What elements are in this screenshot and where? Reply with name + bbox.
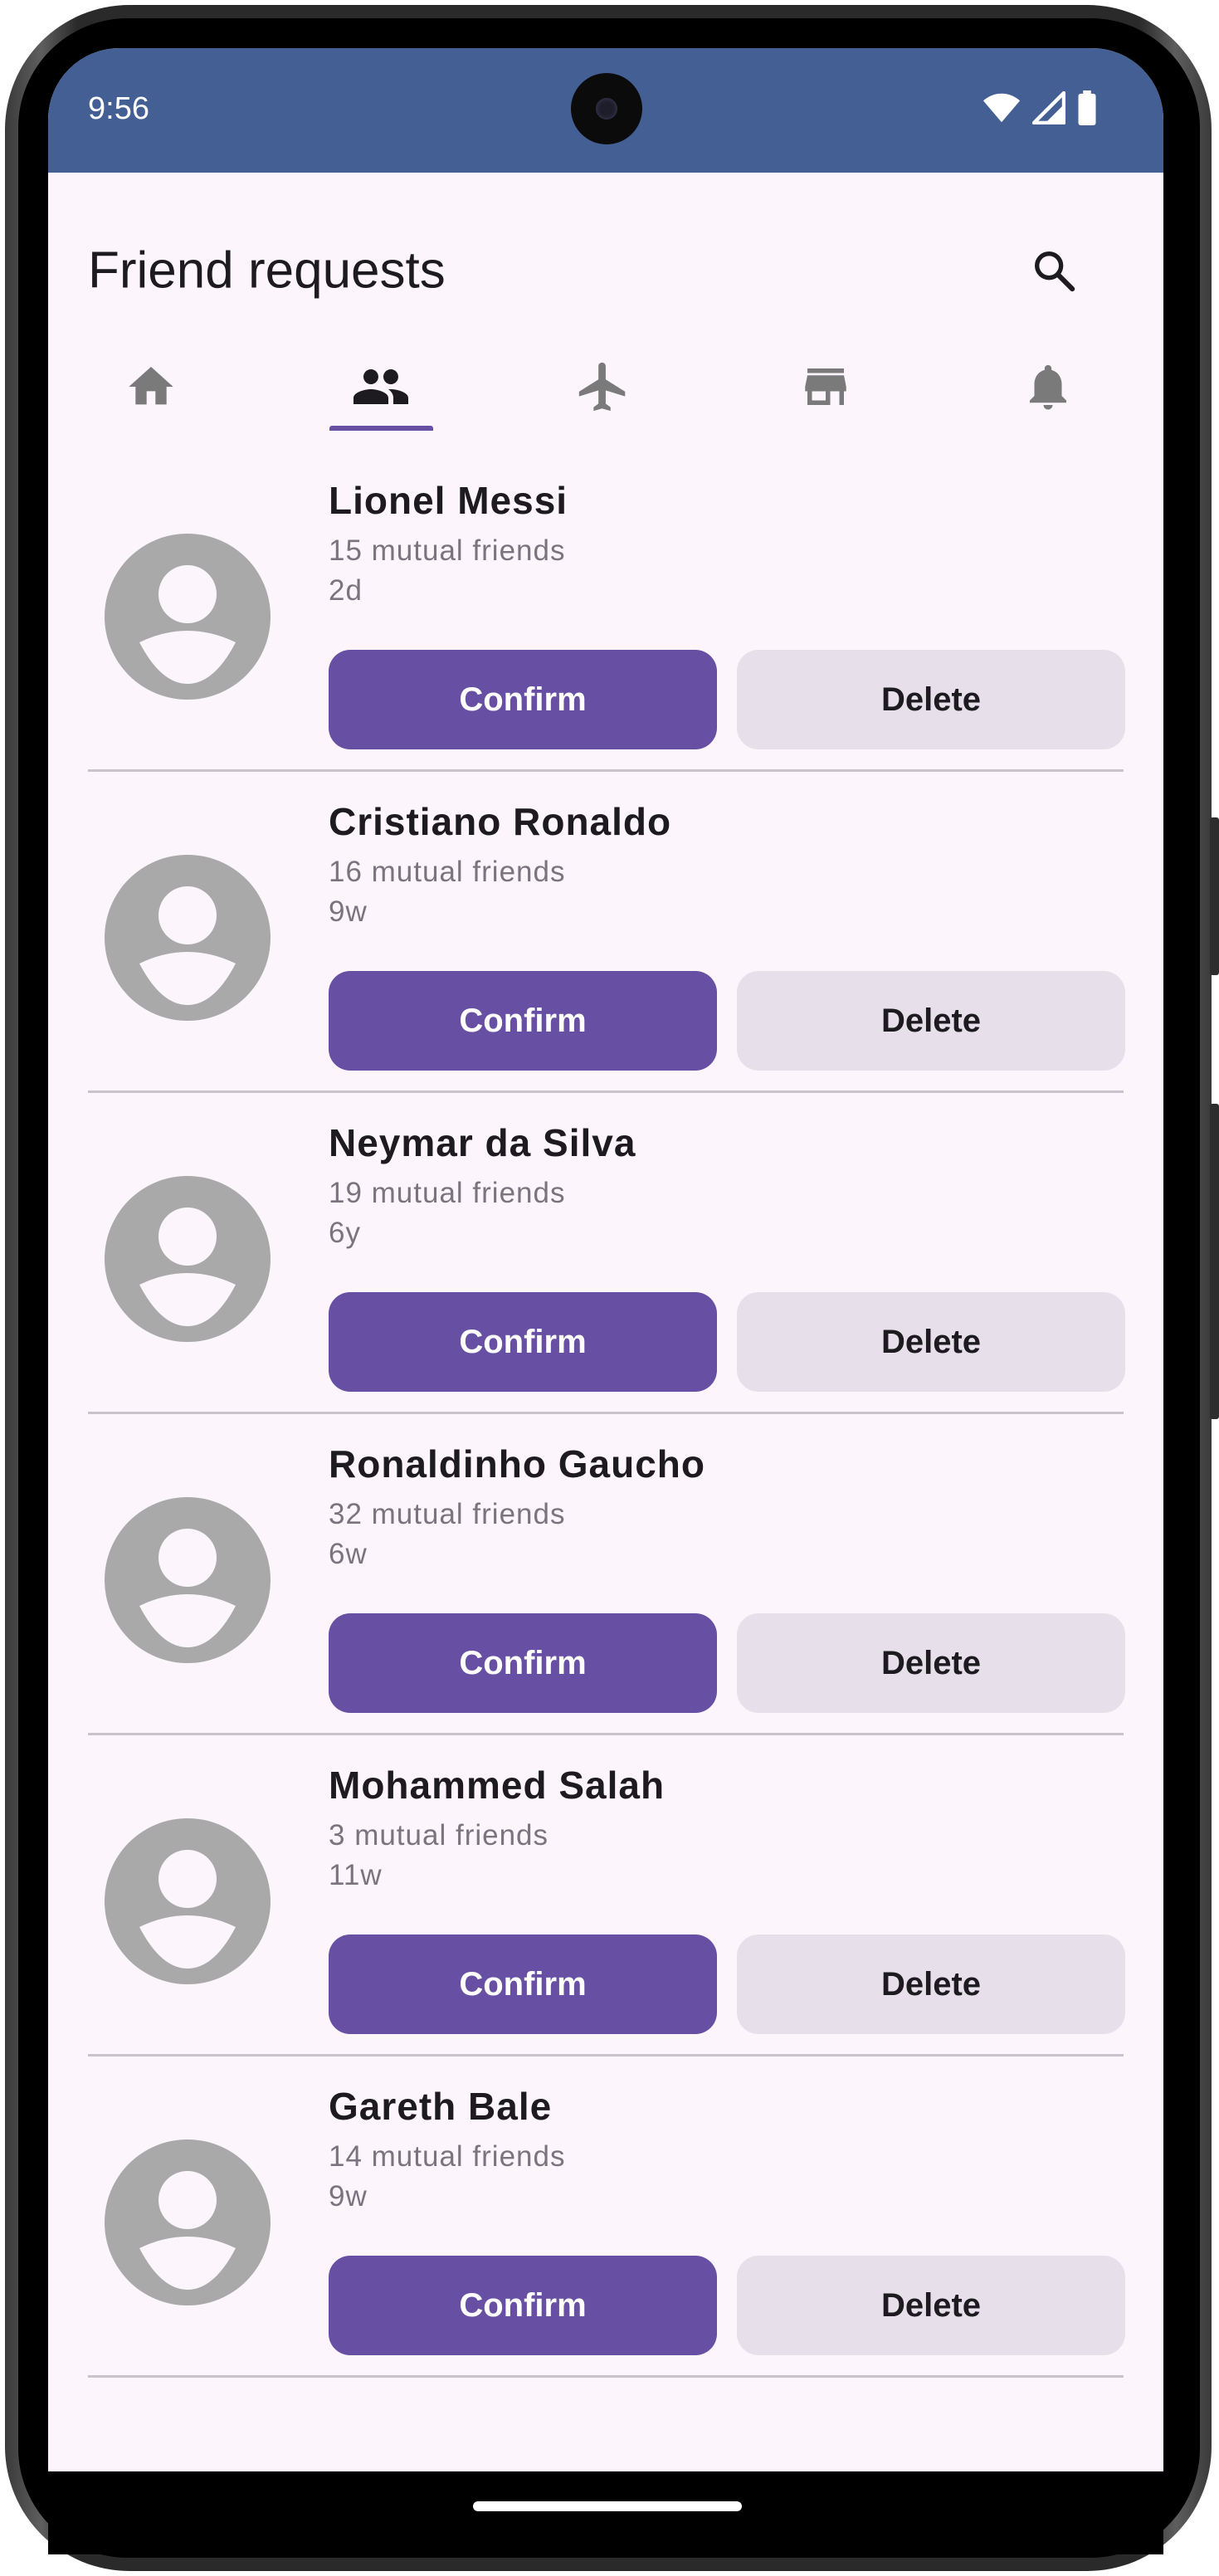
tab-store[interactable] bbox=[768, 322, 884, 451]
list-item: Neymar da Silva 19 mutual friends 6y Con… bbox=[88, 1093, 1125, 1414]
avatar[interactable] bbox=[105, 1176, 271, 1342]
signal-icon bbox=[1032, 91, 1065, 124]
avatar[interactable] bbox=[105, 855, 271, 1021]
power-button bbox=[1210, 1104, 1219, 1419]
request-age: 9w bbox=[329, 2180, 368, 2213]
confirm-button[interactable]: Confirm bbox=[329, 650, 717, 749]
avatar[interactable] bbox=[105, 1497, 271, 1663]
list-item: Ronaldinho Gaucho 32 mutual friends 6w C… bbox=[88, 1414, 1125, 1735]
avatar[interactable] bbox=[105, 2139, 271, 2305]
delete-button[interactable]: Delete bbox=[737, 971, 1125, 1071]
tab-row bbox=[48, 322, 1163, 451]
delete-button[interactable]: Delete bbox=[737, 2256, 1125, 2355]
request-age: 6w bbox=[329, 1538, 368, 1570]
app-bar: Friend requests bbox=[48, 173, 1163, 322]
system-nav-bar bbox=[48, 2471, 1163, 2554]
people-icon bbox=[354, 369, 408, 404]
friend-name: Gareth Bale bbox=[329, 2085, 553, 2128]
mutual-friends-count: 19 mutual friends bbox=[329, 1177, 566, 1209]
friend-name: Ronaldinho Gaucho bbox=[329, 1442, 705, 1486]
confirm-button[interactable]: Confirm bbox=[329, 2256, 717, 2355]
page-title: Friend requests bbox=[88, 242, 446, 300]
confirm-button[interactable]: Confirm bbox=[329, 1934, 717, 2034]
delete-button[interactable]: Delete bbox=[737, 650, 1125, 749]
search-button[interactable] bbox=[1017, 234, 1090, 307]
tab-home[interactable] bbox=[93, 322, 209, 451]
tab-travel[interactable] bbox=[545, 322, 661, 451]
confirm-button[interactable]: Confirm bbox=[329, 1292, 717, 1392]
mutual-friends-count: 32 mutual friends bbox=[329, 1498, 566, 1530]
friend-name: Cristiano Ronaldo bbox=[329, 800, 672, 843]
friend-name: Neymar da Silva bbox=[329, 1121, 636, 1164]
friend-name: Lionel Messi bbox=[329, 479, 568, 522]
mutual-friends-count: 15 mutual friends bbox=[329, 534, 566, 567]
tab-friends[interactable] bbox=[323, 322, 439, 451]
tab-notifications[interactable] bbox=[990, 322, 1106, 451]
status-icons bbox=[983, 90, 1097, 125]
mutual-friends-count: 16 mutual friends bbox=[329, 856, 566, 888]
device-frame: 9:56 Friend requests Lionel Messi 15 mut… bbox=[0, 0, 1219, 2576]
request-age: 6y bbox=[329, 1217, 361, 1249]
app-screen: 9:56 Friend requests Lionel Messi 15 mut… bbox=[48, 48, 1163, 2471]
mutual-friends-count: 3 mutual friends bbox=[329, 1819, 549, 1852]
bell-icon bbox=[1030, 364, 1066, 410]
front-camera bbox=[571, 73, 642, 144]
confirm-button[interactable]: Confirm bbox=[329, 1613, 717, 1713]
home-gesture-handle[interactable] bbox=[473, 2501, 742, 2511]
delete-button[interactable]: Delete bbox=[737, 1934, 1125, 2034]
tab-indicator bbox=[329, 426, 433, 431]
list-item: Lionel Messi 15 mutual friends 2d Confir… bbox=[88, 451, 1125, 772]
confirm-button[interactable]: Confirm bbox=[329, 971, 717, 1071]
delete-button[interactable]: Delete bbox=[737, 1613, 1125, 1713]
search-icon bbox=[1035, 251, 1075, 292]
storefront-icon bbox=[805, 368, 846, 405]
request-age: 9w bbox=[329, 895, 368, 928]
request-age: 2d bbox=[329, 574, 363, 607]
home-icon bbox=[129, 367, 173, 405]
list-item: Cristiano Ronaldo 16 mutual friends 9w C… bbox=[88, 772, 1125, 1093]
friend-request-list: Lionel Messi 15 mutual friends 2d Confir… bbox=[48, 451, 1163, 2378]
battery-icon bbox=[1078, 90, 1096, 125]
friend-name: Mohammed Salah bbox=[329, 1764, 666, 1807]
airplane-icon bbox=[578, 362, 626, 412]
status-bar: 9:56 bbox=[48, 48, 1163, 173]
list-item: Mohammed Salah 3 mutual friends 11w Conf… bbox=[88, 1735, 1125, 2056]
avatar[interactable] bbox=[105, 534, 271, 700]
wifi-icon bbox=[983, 93, 1021, 123]
status-time: 9:56 bbox=[88, 91, 149, 126]
request-age: 11w bbox=[329, 1859, 383, 1891]
list-item: Gareth Bale 14 mutual friends 9w Confirm… bbox=[88, 2056, 1125, 2378]
mutual-friends-count: 14 mutual friends bbox=[329, 2140, 566, 2173]
delete-button[interactable]: Delete bbox=[737, 1292, 1125, 1392]
volume-button bbox=[1210, 817, 1219, 975]
avatar[interactable] bbox=[105, 1818, 271, 1984]
